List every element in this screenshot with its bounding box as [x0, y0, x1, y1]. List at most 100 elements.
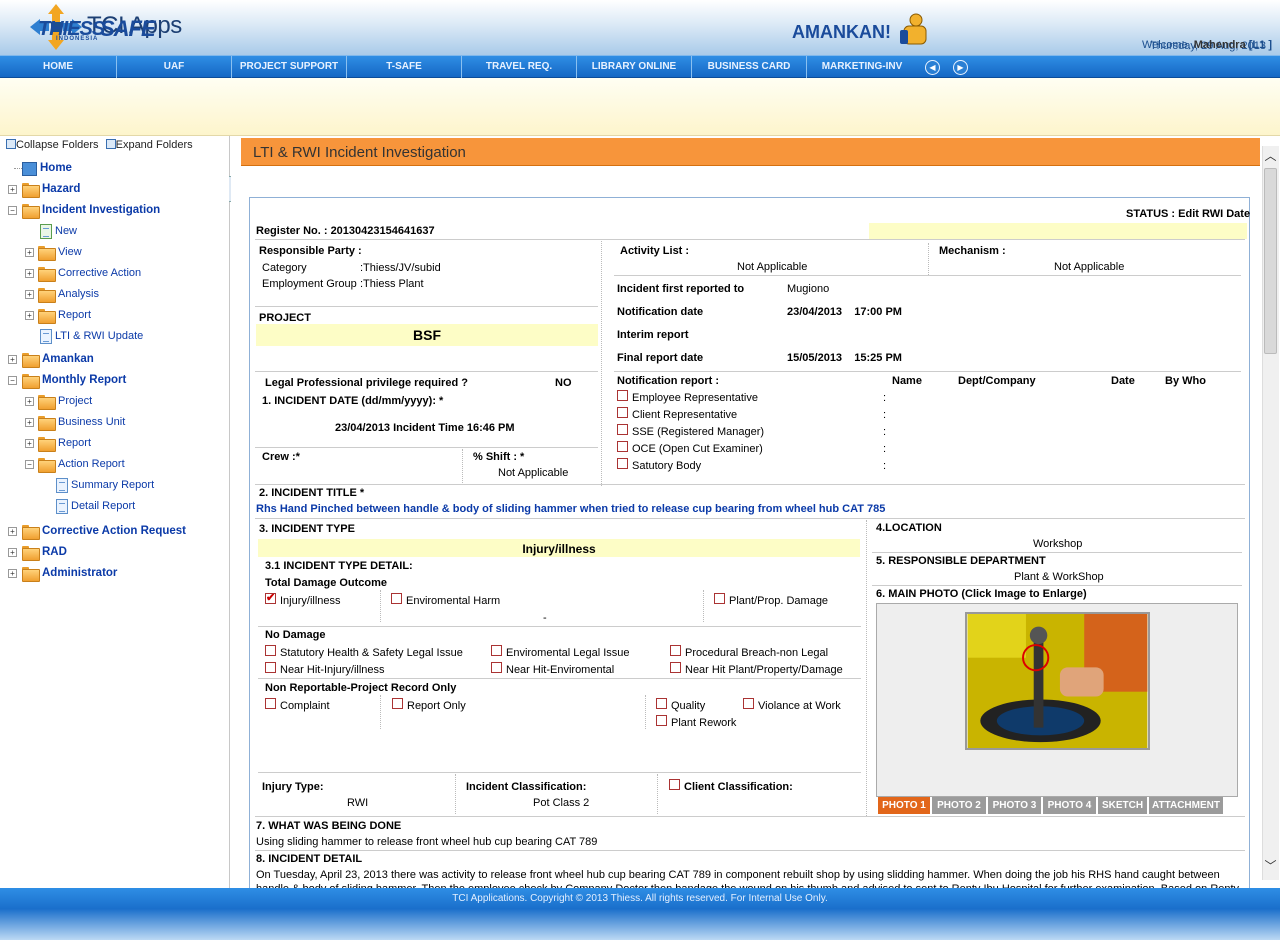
nav-travel-req[interactable]: TRAVEL REQ.	[462, 56, 577, 78]
nav-library-online[interactable]: LIBRARY ONLINE	[577, 56, 692, 78]
expand-icon	[105, 139, 116, 149]
quality-checkbox[interactable]	[656, 698, 667, 709]
sidebar-item-hazard[interactable]: + Hazard	[0, 179, 228, 200]
expand-plus-icon[interactable]: +	[8, 355, 17, 364]
total-damage-label: Total Damage Outcome	[265, 577, 388, 589]
copyright-text: TCI Applications. Copyright © 2013 Thies…	[452, 893, 828, 904]
folder-icon	[22, 546, 40, 561]
sidebar-item-incident-investigation[interactable]: − Incident Investigation	[0, 200, 228, 221]
folder-icon	[38, 395, 56, 410]
near-hit-plant-checkbox[interactable]	[670, 662, 681, 673]
statutory-body-checkbox[interactable]	[617, 458, 628, 469]
divider	[255, 850, 1245, 851]
expand-plus-icon[interactable]: +	[25, 290, 34, 299]
near-hit-enviromental-checkbox[interactable]	[491, 662, 502, 673]
scrollbar-thumb[interactable]	[1264, 168, 1277, 354]
expand-plus-icon[interactable]: +	[8, 185, 17, 194]
sidebar-label: RAD	[42, 546, 67, 558]
indonesia-logo-text: INDONESIA	[56, 36, 99, 42]
expand-folders-button[interactable]: Expand Folders	[105, 139, 193, 151]
expand-plus-icon[interactable]: +	[8, 527, 17, 536]
tab-attachment[interactable]: ATTACHMENT	[1149, 797, 1224, 814]
folder-open-icon	[38, 458, 56, 473]
enviromental-harm-checkbox[interactable]	[391, 593, 402, 604]
new-document-icon	[40, 224, 52, 239]
expand-plus-icon[interactable]: +	[25, 311, 34, 320]
sidebar-item-rad[interactable]: + RAD	[0, 542, 228, 563]
complaint-checkbox[interactable]	[265, 698, 276, 709]
near-hit-injury-checkbox[interactable]	[265, 662, 276, 673]
client-classification-checkbox[interactable]	[669, 779, 680, 790]
collapse-folders-button[interactable]: Collapse Folders	[6, 139, 99, 151]
col-by-who: By Who	[1165, 375, 1206, 387]
collapse-minus-icon[interactable]: −	[25, 460, 34, 469]
nav-project-support[interactable]: PROJECT SUPPORT	[232, 56, 347, 78]
sidebar-item-summary-report[interactable]: Summary Report	[0, 475, 228, 496]
injury-illness-checkbox[interactable]	[265, 591, 276, 604]
nav-next-icon[interactable]: ▶	[953, 60, 968, 75]
tab-sketch[interactable]: SKETCH	[1098, 797, 1148, 814]
report-only-checkbox[interactable]	[392, 698, 403, 709]
sidebar-item-amankan[interactable]: + Amankan	[0, 349, 228, 370]
sidebar-item-report[interactable]: + Report	[0, 305, 228, 326]
folder-controls: Collapse Folders Expand Folders	[6, 139, 193, 151]
notif-colon: :	[883, 409, 887, 421]
violance-at-work-checkbox[interactable]	[743, 698, 754, 709]
collapse-minus-icon[interactable]: −	[8, 206, 17, 215]
collapse-label: Collapse Folders	[16, 139, 99, 151]
tab-photo-3[interactable]: PHOTO 3	[988, 797, 1042, 814]
expand-plus-icon[interactable]: +	[25, 397, 34, 406]
nav-uaf[interactable]: UAF	[117, 56, 232, 78]
nav-t-safe[interactable]: T-SAFE	[347, 56, 462, 78]
sidebar-item-monthly-report[interactable]: − Monthly Report	[0, 370, 228, 391]
sidebar-item-corrective-action[interactable]: + Corrective Action	[0, 263, 228, 284]
expand-plus-icon[interactable]: +	[8, 569, 17, 578]
plant-rework-checkbox[interactable]	[656, 715, 667, 726]
sidebar: Collapse Folders Expand Folders Home + H…	[0, 136, 230, 888]
nav-marketing-inv[interactable]: MARKETING-INV	[807, 56, 917, 78]
expand-plus-icon[interactable]: +	[25, 439, 34, 448]
crew-label: Crew :*	[262, 451, 300, 463]
tab-photo-4[interactable]: PHOTO 4	[1043, 797, 1097, 814]
sidebar-item-corrective-action-request[interactable]: + Corrective Action Request	[0, 521, 228, 542]
nav-home[interactable]: HOME	[0, 56, 117, 78]
folder-icon	[22, 183, 40, 198]
sidebar-label: Administrator	[42, 567, 118, 579]
tab-photo-1[interactable]: PHOTO 1	[878, 797, 931, 814]
plant-damage-checkbox[interactable]	[714, 593, 725, 604]
first-reported-label: Incident first reported to	[617, 283, 745, 295]
divider	[255, 239, 1245, 240]
expand-plus-icon[interactable]: +	[25, 269, 34, 278]
expand-plus-icon[interactable]: +	[25, 248, 34, 257]
expand-plus-icon[interactable]: +	[8, 548, 17, 557]
enviromental-legal-issue-checkbox[interactable]	[491, 645, 502, 656]
statutory-legal-issue-checkbox[interactable]	[265, 645, 276, 656]
sidebar-item-detail-report[interactable]: Detail Report	[0, 496, 228, 517]
scroll-up-icon[interactable]: ︿	[1262, 146, 1279, 166]
employee-representative-checkbox[interactable]	[617, 390, 628, 401]
sidebar-item-view[interactable]: + View	[0, 242, 228, 263]
expand-plus-icon[interactable]: +	[25, 418, 34, 427]
scroll-down-icon[interactable]: ﹀	[1262, 856, 1279, 876]
sidebar-item-new[interactable]: New	[0, 221, 228, 242]
sse-checkbox[interactable]	[617, 424, 628, 435]
mechanism-label: Mechanism :	[939, 245, 1006, 257]
sidebar-item-business-unit[interactable]: + Business Unit	[0, 412, 228, 433]
sidebar-item-monthly-report-report[interactable]: + Report	[0, 433, 228, 454]
tab-photo-2[interactable]: PHOTO 2	[932, 797, 987, 814]
oce-checkbox[interactable]	[617, 441, 628, 452]
sidebar-label: Corrective Action Request	[42, 525, 186, 537]
main-photo-image[interactable]	[965, 612, 1150, 750]
nav-prev-icon[interactable]: ◀	[925, 60, 940, 75]
sidebar-label: Home	[40, 162, 72, 174]
sidebar-item-project[interactable]: + Project	[0, 391, 228, 412]
nav-business-card[interactable]: BUSINESS CARD	[692, 56, 807, 78]
procedural-breach-checkbox[interactable]	[670, 645, 681, 656]
sidebar-item-analysis[interactable]: + Analysis	[0, 284, 228, 305]
collapse-minus-icon[interactable]: −	[8, 376, 17, 385]
sidebar-item-action-report[interactable]: − Action Report	[0, 454, 228, 475]
sidebar-label: Hazard	[42, 183, 81, 195]
sidebar-item-home[interactable]: Home	[0, 158, 228, 179]
client-representative-checkbox[interactable]	[617, 407, 628, 418]
sidebar-item-administrator[interactable]: + Administrator	[0, 563, 228, 584]
